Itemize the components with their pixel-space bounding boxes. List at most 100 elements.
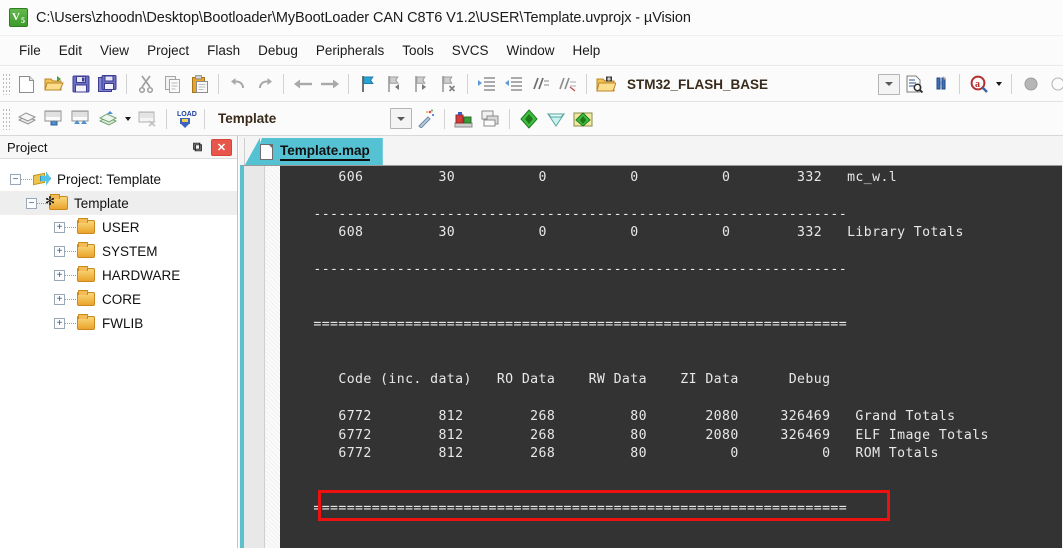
toolbar-separator bbox=[509, 108, 510, 129]
target-select-value[interactable]: Template bbox=[210, 111, 382, 126]
stop-build-icon[interactable] bbox=[134, 106, 161, 132]
menu-edit[interactable]: Edit bbox=[50, 40, 91, 61]
cut-icon[interactable] bbox=[132, 71, 159, 97]
chevron-down-icon[interactable] bbox=[390, 108, 412, 129]
expander-icon[interactable]: + bbox=[54, 245, 65, 257]
address-field-value[interactable]: STM32_FLASH_BASE bbox=[619, 77, 768, 92]
tree-item-user[interactable]: + USER bbox=[0, 215, 237, 239]
tree-item-system[interactable]: + SYSTEM bbox=[0, 239, 237, 263]
open-folder-icon[interactable] bbox=[40, 71, 67, 97]
toolbar-grip[interactable] bbox=[2, 107, 10, 130]
menu-flash[interactable]: Flash bbox=[198, 40, 249, 61]
batch-build-icon[interactable] bbox=[94, 106, 121, 132]
build-icon[interactable] bbox=[40, 106, 67, 132]
binoculars-icon[interactable] bbox=[927, 71, 954, 97]
chevron-down-icon[interactable] bbox=[878, 73, 901, 95]
tree-item-template[interactable]: − Template bbox=[0, 191, 237, 215]
bookmark-prev-icon[interactable] bbox=[381, 71, 408, 97]
project-panel-title: Project bbox=[7, 139, 48, 155]
toolbar-separator bbox=[218, 74, 219, 94]
open-map-icon[interactable] bbox=[592, 71, 619, 97]
tree-connector bbox=[65, 250, 76, 252]
empty-circle-icon[interactable] bbox=[1044, 71, 1063, 97]
save-icon[interactable] bbox=[67, 71, 94, 97]
menu-file[interactable]: File bbox=[10, 40, 50, 61]
target-options-icon[interactable] bbox=[450, 106, 477, 132]
menu-tools[interactable]: Tools bbox=[393, 40, 443, 61]
menu-view[interactable]: View bbox=[91, 40, 138, 61]
tree-item-hardware[interactable]: + HARDWARE bbox=[0, 263, 237, 287]
tree-connector bbox=[65, 322, 76, 324]
new-file-icon[interactable] bbox=[13, 71, 40, 97]
address-combo[interactable] bbox=[768, 73, 901, 95]
find-magnifier-icon[interactable]: a bbox=[965, 71, 992, 97]
svg-text:LOAD: LOAD bbox=[177, 111, 197, 118]
menu-peripherals[interactable]: Peripherals bbox=[307, 40, 393, 61]
folder-icon bbox=[77, 266, 95, 282]
tab-template-map[interactable]: Template.map bbox=[252, 138, 383, 165]
tree-item-label: CORE bbox=[102, 291, 142, 307]
tree-connector bbox=[21, 178, 32, 180]
close-icon[interactable]: ✕ bbox=[211, 138, 232, 156]
tree-item-core[interactable]: + CORE bbox=[0, 287, 237, 311]
pack-diamond-icon[interactable] bbox=[542, 106, 569, 132]
filled-circle-icon[interactable] bbox=[1017, 71, 1044, 97]
menu-svcs[interactable]: SVCS bbox=[443, 40, 498, 61]
menu-project[interactable]: Project bbox=[138, 40, 198, 61]
map-file-content: 606 30 0 0 0 332 mc_w.l ----------------… bbox=[313, 170, 989, 517]
expander-icon[interactable]: + bbox=[54, 221, 65, 233]
batch-build-dropdown-icon[interactable] bbox=[121, 106, 134, 132]
tree-connector bbox=[65, 298, 76, 300]
target-select-dropdown[interactable] bbox=[382, 108, 412, 130]
editor-fold-gutter[interactable] bbox=[266, 166, 280, 548]
magic-wand-icon[interactable] bbox=[412, 106, 439, 132]
toolbar-separator bbox=[126, 74, 127, 94]
editor-code-pane[interactable]: 606 30 0 0 0 332 mc_w.l ----------------… bbox=[280, 166, 1062, 548]
back-arrow-icon[interactable] bbox=[289, 71, 316, 97]
undo-icon[interactable] bbox=[224, 71, 251, 97]
expander-icon[interactable]: + bbox=[54, 269, 65, 281]
outdent-icon[interactable] bbox=[500, 71, 527, 97]
menu-bar: File Edit View Project Flash Debug Perip… bbox=[0, 36, 1063, 66]
menu-debug[interactable]: Debug bbox=[249, 40, 307, 61]
tree-item-label: Template bbox=[74, 195, 129, 211]
uncomment-icon[interactable] bbox=[554, 71, 581, 97]
bookmark-icon[interactable] bbox=[354, 71, 381, 97]
load-icon[interactable]: LOAD bbox=[172, 106, 199, 132]
comment-icon[interactable] bbox=[527, 71, 554, 97]
expander-icon[interactable]: − bbox=[10, 173, 21, 185]
toolbar-separator bbox=[959, 74, 961, 94]
manage-components-icon[interactable] bbox=[477, 106, 504, 132]
copy-icon[interactable] bbox=[159, 71, 186, 97]
indent-icon[interactable] bbox=[473, 71, 500, 97]
tree-item-fwlib[interactable]: + FWLIB bbox=[0, 311, 237, 335]
toolbar-separator bbox=[586, 74, 587, 94]
forward-arrow-icon[interactable] bbox=[316, 71, 343, 97]
menu-window[interactable]: Window bbox=[497, 40, 563, 61]
toolbar-separator bbox=[467, 74, 468, 94]
document-search-icon[interactable] bbox=[900, 71, 927, 97]
editor-area: Template.map 606 30 0 0 0 332 mc_w.l ---… bbox=[239, 136, 1063, 548]
paste-icon[interactable] bbox=[186, 71, 213, 97]
find-dropdown-icon[interactable] bbox=[992, 71, 1006, 97]
bookmark-next-icon[interactable] bbox=[408, 71, 435, 97]
expander-icon[interactable]: + bbox=[54, 317, 65, 329]
expander-icon[interactable]: − bbox=[26, 197, 37, 209]
menu-help[interactable]: Help bbox=[564, 40, 610, 61]
save-all-icon[interactable] bbox=[94, 71, 121, 97]
editor-breakpoint-gutter[interactable] bbox=[244, 166, 265, 548]
redo-icon[interactable] bbox=[251, 71, 278, 97]
pack-box-icon[interactable] bbox=[569, 106, 596, 132]
toolbar-separator bbox=[204, 108, 205, 129]
pack-installer-icon[interactable] bbox=[515, 106, 542, 132]
expander-icon[interactable]: + bbox=[54, 293, 65, 305]
folder-icon bbox=[77, 242, 95, 258]
build-toolbar: LOAD Template bbox=[0, 102, 1063, 136]
translate-icon[interactable] bbox=[13, 106, 40, 132]
toolbar-grip[interactable] bbox=[2, 73, 10, 95]
tab-label: Template.map bbox=[280, 143, 370, 161]
rebuild-icon[interactable] bbox=[67, 106, 94, 132]
bookmark-clear-icon[interactable] bbox=[435, 71, 462, 97]
tree-item-project-template[interactable]: − Project: Template bbox=[0, 167, 237, 191]
pin-icon[interactable]: ⧉ bbox=[188, 138, 207, 157]
